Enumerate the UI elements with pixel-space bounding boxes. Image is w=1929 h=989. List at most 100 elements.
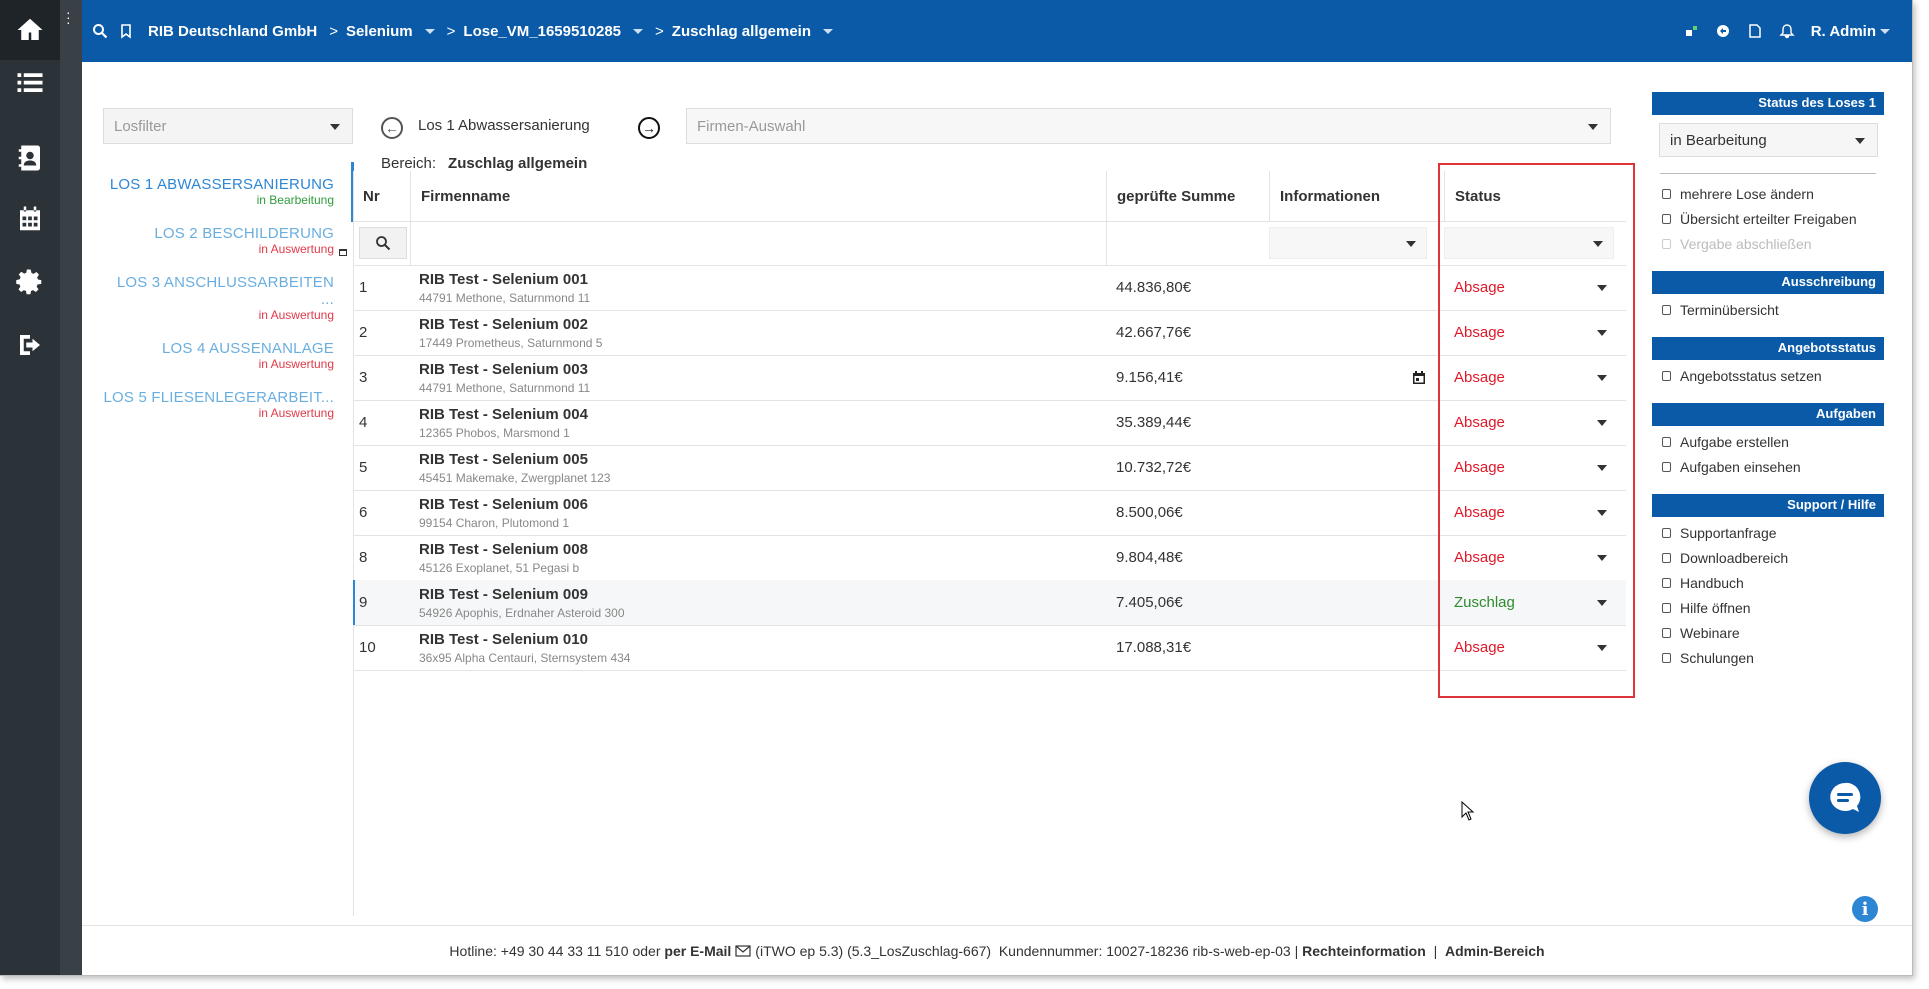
contacts-icon[interactable] [0, 128, 60, 188]
link-angebotsstatus-setzen[interactable]: Angebotsstatus setzen [1652, 364, 1884, 389]
firm-name[interactable]: RIB Test - Selenium 009 [419, 586, 588, 603]
link-supportanfrage[interactable]: Supportanfrage [1652, 521, 1884, 546]
current-lot-title: Los 1 Abwassersanierung [418, 117, 590, 134]
next-lot-icon[interactable]: → [638, 117, 660, 139]
table-row[interactable]: 3 RIB Test - Selenium 003 44791 Methone, … [353, 355, 1626, 401]
filter-divider [1106, 221, 1107, 265]
lot-name: LOS 1 ABWASSERSANIERUNG [109, 176, 334, 193]
lot-item-2[interactable]: LOS 2 BESCHILDERUNG in Auswertung [100, 225, 352, 256]
footer-rechteinformation-link[interactable]: Rechteinformation [1302, 943, 1426, 959]
firm-address: 99154 Charon, Plutomond 1 [419, 515, 570, 530]
firm-name[interactable]: RIB Test - Selenium 004 [419, 406, 588, 423]
col-sum[interactable]: geprüfte Summe [1106, 171, 1235, 221]
lot-item-4[interactable]: LOS 4 AUSSENANLAGE in Auswertung [100, 340, 352, 371]
document-icon[interactable] [1747, 23, 1763, 39]
gear-icon[interactable] [0, 252, 60, 312]
firm-name[interactable]: RIB Test - Selenium 005 [419, 451, 588, 468]
link-freigaben[interactable]: Übersicht erteilter Freigaben [1652, 207, 1884, 232]
link-aufgaben-einsehen[interactable]: Aufgaben einsehen [1652, 455, 1884, 480]
row-firm: RIB Test - Selenium 001 44791 Methone, Sa… [419, 265, 590, 310]
firm-name[interactable]: RIB Test - Selenium 008 [419, 541, 588, 558]
prev-lot-icon[interactable]: ← [381, 117, 403, 139]
info-filter-select[interactable] [1269, 227, 1427, 259]
firm-address: 17449 Prometheus, Saturnmond 5 [419, 335, 603, 350]
chevron-down-icon [1588, 124, 1598, 130]
table-row[interactable]: 6 RIB Test - Selenium 006 99154 Charon, P… [353, 490, 1626, 536]
bell-icon[interactable] [1779, 23, 1795, 39]
breadcrumb-project[interactable]: Selenium [346, 23, 435, 40]
row-sum: 7.405,06€ [1116, 594, 1183, 611]
breadcrumb-project-label: Selenium [345, 22, 413, 40]
link-mehrere-lose[interactable]: mehrere Lose ändern [1652, 182, 1884, 207]
bereich-line: Bereich: Zuschlag allgemein [381, 155, 587, 172]
apps-icon[interactable] [1683, 23, 1699, 39]
mail-icon [735, 945, 751, 957]
lot-list: LOS 1 ABWASSERSANIERUNG in Bearbeitung L… [100, 162, 354, 438]
row-sum: 42.667,76€ [1116, 324, 1192, 341]
firm-name[interactable]: RIB Test - Selenium 003 [419, 361, 588, 378]
firm-name[interactable]: RIB Test - Selenium 001 [419, 271, 588, 288]
table-row-selected[interactable]: 9 RIB Test - Selenium 009 54926 Apophis, … [353, 580, 1626, 626]
lot-state: in Bearbeitung [256, 193, 334, 207]
row-sum: 17.088,31€ [1116, 639, 1192, 656]
breadcrumb-company[interactable]: RIB Deutschland GmbH [148, 23, 317, 40]
breadcrumb-lose[interactable]: Lose_VM_1659510285 [463, 23, 644, 40]
list-icon[interactable] [0, 52, 60, 112]
firm-name[interactable]: RIB Test - Selenium 010 [419, 631, 588, 648]
switch-icon[interactable] [1715, 23, 1731, 39]
lot-filter-select[interactable]: Losfilter [103, 108, 353, 144]
col-info[interactable]: Informationen [1269, 171, 1380, 221]
lot-item-1[interactable]: LOS 1 ABWASSERSANIERUNG in Bearbeitung [100, 162, 354, 222]
link-terminuebersicht[interactable]: Terminübersicht [1652, 298, 1884, 323]
chat-button[interactable] [1809, 762, 1881, 834]
table-row[interactable]: 5 RIB Test - Selenium 005 45451 Makemake,… [353, 445, 1626, 491]
col-firm[interactable]: Firmenname [410, 171, 510, 221]
link-schulungen[interactable]: Schulungen [1652, 646, 1884, 671]
lot-state: in Auswertung [258, 357, 334, 371]
firm-address: 36x95 Alpha Centauri, Sternsystem 434 [419, 650, 631, 665]
row-sum: 9.804,48€ [1116, 549, 1183, 566]
chevron-down-icon [330, 124, 340, 130]
menu-toggle-strip[interactable] [60, 0, 82, 975]
breadcrumb-page[interactable]: Zuschlag allgemein [672, 23, 834, 40]
link-aufgabe-erstellen[interactable]: Aufgabe erstellen [1652, 430, 1884, 455]
company-select[interactable]: Firmen-Auswahl [686, 108, 1611, 144]
lot-filter-placeholder: Losfilter [114, 117, 167, 135]
link-downloadbereich[interactable]: Downloadbereich [1652, 546, 1884, 571]
table-header: Nr Firmenname geprüfte Summe Information… [353, 171, 1626, 222]
table-row[interactable]: 4 RIB Test - Selenium 004 12365 Phobos, M… [353, 400, 1626, 446]
filter-divider [410, 221, 411, 265]
calendar-icon[interactable] [0, 189, 60, 249]
user-menu[interactable]: R. Admin [1811, 23, 1890, 40]
footer-admin-link[interactable]: Admin-Bereich [1445, 943, 1545, 959]
link-handbuch[interactable]: Handbuch [1652, 571, 1884, 596]
firm-name[interactable]: RIB Test - Selenium 002 [419, 316, 588, 333]
lot-item-3[interactable]: LOS 3 ANSCHLUSSARBEITEN ... in Auswertun… [100, 274, 352, 322]
link-vergabe-abschliessen[interactable]: Vergabe abschließen [1652, 232, 1884, 257]
firm-name[interactable]: RIB Test - Selenium 006 [419, 496, 588, 513]
table-row[interactable]: 1 RIB Test - Selenium 001 44791 Methone, … [353, 265, 1626, 311]
row-firm: RIB Test - Selenium 008 45126 Exoplanet, … [419, 535, 588, 580]
lot-item-5[interactable]: LOS 5 FLIESENLEGERARBEIT... in Auswertun… [100, 389, 352, 420]
footer-separator: | [1433, 943, 1438, 959]
footer-email-link[interactable]: per E-Mail [664, 943, 731, 959]
breadcrumb-separator: > [655, 22, 664, 40]
info-calendar-icon[interactable] [1411, 355, 1427, 400]
link-webinare[interactable]: Webinare [1652, 621, 1884, 646]
col-nr[interactable]: Nr [363, 171, 380, 221]
search-button[interactable] [359, 227, 407, 259]
lot-status-select[interactable]: in Bearbeitung [1659, 123, 1878, 157]
status-heading: Status des Loses 1 [1652, 92, 1884, 115]
info-icon[interactable]: i [1852, 896, 1878, 922]
logout-icon[interactable] [0, 315, 60, 375]
more-vertical-icon[interactable]: · · · [66, 5, 71, 29]
bookmark-icon[interactable] [118, 23, 134, 39]
status-column-highlight [1438, 163, 1635, 698]
link-hilfe-oeffnen[interactable]: Hilfe öffnen [1652, 596, 1884, 621]
table-row[interactable]: 10 RIB Test - Selenium 010 36x95 Alpha Ce… [353, 625, 1626, 671]
table-row[interactable]: 2 RIB Test - Selenium 002 17449 Prometheu… [353, 310, 1626, 356]
table-row[interactable]: 8 RIB Test - Selenium 008 45126 Exoplanet… [353, 535, 1626, 581]
home-icon[interactable] [0, 0, 60, 60]
search-icon[interactable] [92, 23, 108, 39]
